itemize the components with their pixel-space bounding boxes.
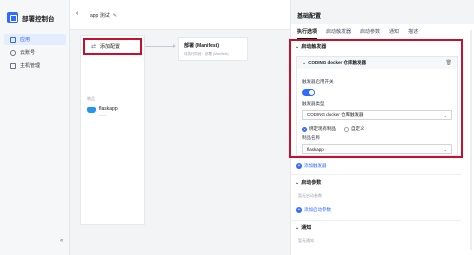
panel-tabs: 执行选项 启动触发器 启动参数 通知 描述 [297, 28, 418, 39]
tab-description[interactable]: 描述 [408, 28, 418, 39]
notify-section-title: 通知 [301, 225, 312, 231]
edit-icon[interactable]: ✎ [113, 13, 117, 19]
radio-label: 绑定现有制品 [309, 126, 336, 131]
chevron-down-icon: ⌄ [295, 224, 300, 231]
trigger-stage-card: ⇄ 添加配置 制品 flaskapp —— [80, 35, 145, 225]
artifact-name-value: flaskapp [307, 146, 324, 152]
deploy-stage-subtitle: 待执行阶段：部署 (Manifest) [184, 52, 229, 56]
plus-icon: + [296, 163, 302, 169]
logo-icon [7, 12, 18, 23]
tab-execution-options[interactable]: 执行选项 [297, 28, 318, 39]
collapse-sidebar-icon[interactable]: « [60, 238, 63, 244]
tab-triggers[interactable]: 启动触发器 [326, 28, 351, 39]
artifact-item[interactable]: flaskapp —— [87, 106, 118, 117]
add-trigger-link[interactable]: + 添加触发器 [296, 163, 327, 169]
section-divider [291, 174, 461, 175]
sidebar-item-label: 云账号 [20, 50, 36, 56]
docker-icon [87, 107, 96, 113]
artifact-name-label: 制品名称 [302, 135, 320, 140]
radio-label: 自定义 [351, 126, 365, 131]
trigger-section-header[interactable]: ⌄ 启动触发器 [295, 43, 327, 51]
radio-bound-artifact[interactable]: 绑定现有制品 [302, 126, 336, 132]
trigger-config-button[interactable]: ⇄ 添加配置 [83, 38, 142, 55]
chevron-down-icon: ⌄ [295, 43, 300, 50]
swap-icon: ⇄ [91, 44, 97, 50]
notify-empty-text: 暂无通知 [298, 238, 314, 243]
stage-connector [145, 44, 176, 48]
chevron-down-icon: ⌄ [443, 113, 447, 118]
panel-header: 基础配置 [291, 0, 474, 24]
panel-scrollbar[interactable] [470, 30, 472, 250]
trigger-section-title: 启动触发器 [301, 44, 327, 50]
deploy-stage-title: 部署 (Manifest) [184, 43, 220, 49]
tab-notifications[interactable]: 通知 [389, 28, 399, 39]
cloud-account-icon [10, 49, 16, 56]
artifact-name-select[interactable]: flaskapp ⌄ [302, 144, 452, 154]
artifact-mode-radios: 绑定现有制品 自定义 [302, 126, 365, 132]
sidebar-item-label: 主机管理 [20, 63, 41, 69]
artifact-subtext: —— [99, 113, 106, 117]
chevron-down-icon: ⌄ [443, 147, 447, 152]
sidebar-title: 部署控制台 [22, 15, 55, 23]
chevron-down-icon: ⌄ [302, 60, 307, 66]
sidebar-item-hosts[interactable]: 主机管理 [4, 60, 66, 71]
host-icon [10, 62, 16, 69]
params-section-header[interactable]: ⌄ 启动参数 [295, 179, 322, 187]
pipeline-canvas: ‹ app 测试 ✎ ⇄ 添加配置 制品 flaskapp —— 部署 (Man… [70, 0, 290, 255]
radio-on-icon [302, 126, 307, 132]
trigger-config-label: 添加配置 [100, 44, 121, 50]
type-label: 触发器类型 [302, 101, 325, 106]
trigger-type-select[interactable]: CODING docker 仓库触发器 ⌄ [302, 110, 452, 120]
sidebar: 部署控制台 应用 云账号 主机管理 « [0, 0, 70, 255]
trigger-type-value: CODING docker 仓库触发器 [307, 112, 364, 117]
plus-icon: + [296, 207, 302, 213]
artifact-name: flaskapp [99, 106, 118, 112]
add-trigger-label: 添加触发器 [304, 163, 327, 168]
radio-off-icon [344, 126, 349, 132]
back-icon[interactable]: ‹ [76, 10, 78, 17]
tab-launch-params[interactable]: 启动参数 [360, 28, 380, 39]
params-empty-text: 暂无启动参数 [298, 193, 322, 198]
apps-icon [10, 36, 16, 43]
add-params-label: 添加启动参数 [304, 207, 331, 212]
add-params-link[interactable]: + 添加启动参数 [296, 207, 331, 213]
enable-toggle[interactable] [302, 89, 315, 96]
sidebar-item-cloud-accounts[interactable]: 云账号 [4, 47, 66, 58]
sidebar-item-label: 应用 [20, 37, 31, 43]
artifact-section-label: 制品 [87, 96, 95, 101]
app-name: app 测试 [90, 13, 110, 19]
panel-title: 基础配置 [297, 14, 322, 20]
radio-custom[interactable]: 自定义 [344, 126, 365, 132]
notify-section-header[interactable]: ⌄ 通知 [295, 224, 312, 232]
trigger-card-title: CODING docker 仓库触发器 [308, 60, 366, 65]
sidebar-header: 部署控制台 [7, 12, 55, 23]
sidebar-item-apps[interactable]: 应用 [4, 34, 66, 45]
deploy-stage-card[interactable]: 部署 (Manifest) 待执行阶段：部署 (Manifest) [178, 37, 248, 61]
app-topbar: ‹ app 测试 ✎ [70, 0, 290, 30]
chevron-down-icon: ⌄ [295, 179, 300, 186]
section-divider [291, 220, 461, 221]
delete-icon[interactable]: 🗑 [446, 60, 452, 66]
trigger-card-header[interactable]: ⌄ CODING docker 仓库触发器 [297, 57, 457, 69]
trigger-card: ⌄ CODING docker 仓库触发器 🗑 触发器启用开关 触发器类型 CO… [296, 56, 458, 156]
enable-label: 触发器启用开关 [302, 79, 334, 84]
params-section-title: 启动参数 [301, 180, 322, 186]
app-title: app 测试 ✎ [90, 12, 117, 20]
